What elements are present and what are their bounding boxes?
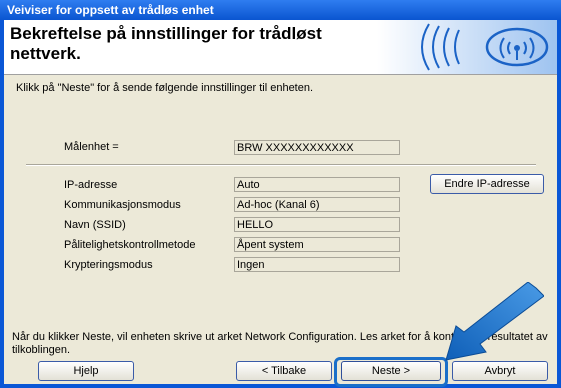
dialog-header: Bekreftelse på innstillinger for trådløs… (4, 20, 557, 75)
next-highlight-frame (334, 357, 448, 387)
dialog-client-area: Bekreftelse på innstillinger for trådløs… (4, 20, 557, 387)
page-title: Bekreftelse på innstillinger for trådløs… (10, 24, 322, 63)
setting-value-ip: Auto (234, 177, 400, 192)
setting-label-ip: IP-adresse (64, 179, 118, 191)
setting-label-auth: Pålitelighetskontrollmetode (64, 239, 196, 251)
instruction-text: Klikk på "Neste" for å sende følgende in… (16, 82, 314, 94)
setting-value-ssid: HELLO (234, 217, 400, 232)
help-button[interactable]: Hjelp (38, 361, 134, 381)
window-title: Veiviser for oppsett av trådløs enhet (0, 0, 561, 20)
setting-value-auth: Åpent system (234, 237, 400, 252)
target-device-field: BRW XXXXXXXXXXXX (234, 140, 400, 155)
change-ip-button[interactable]: Endre IP-adresse (430, 174, 544, 194)
back-button[interactable]: < Tilbake (236, 361, 332, 381)
pointer-arrow-icon (445, 282, 544, 361)
divider (26, 164, 536, 166)
setting-value-encryption: Ingen (234, 257, 400, 272)
cancel-button[interactable]: Avbryt (452, 361, 548, 381)
wireless-signal-icon (377, 20, 557, 74)
setting-label-mode: Kommunikasjonsmodus (64, 199, 181, 211)
setting-label-encryption: Krypteringsmodus (64, 259, 153, 271)
setting-label-ssid: Navn (SSID) (64, 219, 126, 231)
wizard-window: Veiviser for oppsett av trådløs enhet Be… (0, 0, 561, 388)
target-device-label: Målenhet = (64, 141, 119, 153)
setting-value-mode: Ad-hoc (Kanal 6) (234, 197, 400, 212)
